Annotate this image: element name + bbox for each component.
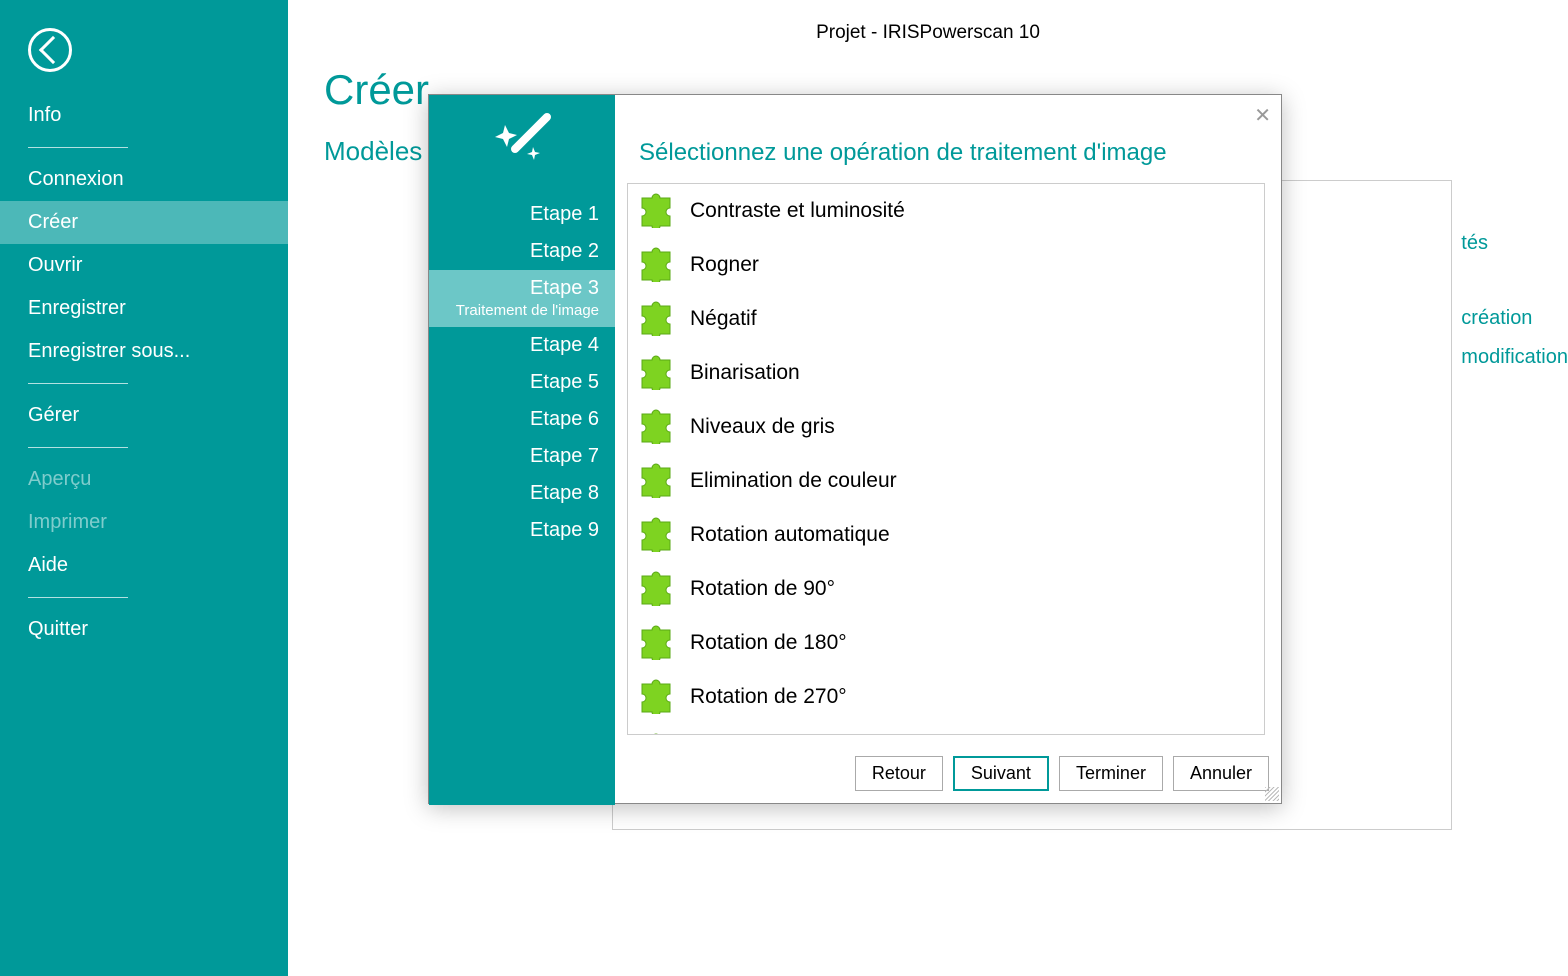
step-label: Etape 1 [437, 203, 599, 226]
back-arrow-icon [39, 36, 67, 64]
sidebar-item-enregistrer-sous-[interactable]: Enregistrer sous... [0, 330, 288, 373]
puzzle-icon [636, 296, 690, 342]
operation-item[interactable]: Contraste et luminosité [628, 184, 1264, 238]
sidebar-separator [28, 383, 128, 384]
step-label: Etape 4 [437, 334, 599, 357]
step-label: Etape 5 [437, 371, 599, 394]
operation-label: Rogner [690, 253, 759, 277]
puzzle-icon [636, 188, 690, 234]
operation-label: Négatif [690, 307, 757, 331]
hint-link-creation[interactable]: création [1461, 307, 1568, 330]
step-sublabel: Traitement de l'image [437, 302, 599, 320]
wizard-step[interactable]: Etape 9 [429, 512, 615, 549]
step-label: Etape 6 [437, 408, 599, 431]
step-label: Etape 2 [437, 240, 599, 263]
sidebar-item-connexion[interactable]: Connexion [0, 158, 288, 201]
operation-item[interactable]: Rotation de 90° [628, 562, 1264, 616]
next-button[interactable]: Suivant [953, 756, 1049, 791]
sidebar-item-enregistrer[interactable]: Enregistrer [0, 287, 288, 330]
sidebar-item-aide[interactable]: Aide [0, 544, 288, 587]
back-button[interactable] [28, 28, 72, 72]
operation-label: Rotation de 90° [690, 577, 835, 601]
operation-item[interactable]: Niveaux de gris [628, 400, 1264, 454]
sidebar-item-imprimer: Imprimer [0, 501, 288, 544]
operation-item[interactable]: Rotation de 180° [628, 616, 1264, 670]
operation-label: Niveaux de gris [690, 415, 835, 439]
wizard-step[interactable]: Etape 2 [429, 233, 615, 270]
operation-item[interactable]: Rogner [628, 238, 1264, 292]
wizard-step[interactable]: Etape 8 [429, 475, 615, 512]
wizard-body: Sélectionnez une opération de traitement… [615, 95, 1281, 743]
puzzle-icon [636, 620, 690, 666]
operation-item[interactable]: Redressement [628, 724, 1264, 735]
puzzle-icon [636, 458, 690, 504]
puzzle-icon [636, 728, 690, 735]
step-label: Etape 9 [437, 519, 599, 542]
operation-label: Elimination de couleur [690, 469, 897, 493]
sidebar-item-info[interactable]: Info [0, 94, 288, 137]
cancel-button[interactable]: Annuler [1173, 756, 1269, 791]
wizard-step[interactable]: Etape 5 [429, 364, 615, 401]
puzzle-icon [636, 512, 690, 558]
wizard-footer: Retour Suivant Terminer Annuler [615, 756, 1269, 791]
resize-grip-icon[interactable] [1265, 787, 1279, 801]
wizard-step[interactable]: Etape 6 [429, 401, 615, 438]
puzzle-icon [636, 350, 690, 396]
sidebar-item-aper-u: Aperçu [0, 458, 288, 501]
right-hints: tés création modification [1461, 232, 1568, 369]
puzzle-icon [636, 566, 690, 612]
operation-item[interactable]: Rotation de 270° [628, 670, 1264, 724]
wizard-title: Sélectionnez une opération de traitement… [615, 95, 1281, 183]
operation-label: Rotation de 180° [690, 631, 847, 655]
puzzle-icon [636, 674, 690, 720]
sidebar-separator [28, 447, 128, 448]
operation-label: Binarisation [690, 361, 800, 385]
backstage-sidebar: Info ConnexionCréerOuvrirEnregistrerEnreg… [0, 0, 288, 976]
operation-label: Rotation automatique [690, 523, 890, 547]
operation-item[interactable]: Négatif [628, 292, 1264, 346]
window-title: Projet - IRISPowerscan 10 [288, 0, 1568, 52]
wizard-step[interactable]: Etape 7 [429, 438, 615, 475]
wand-icon [429, 95, 615, 196]
hint-link-modification[interactable]: modification [1461, 346, 1568, 369]
wizard-step[interactable]: Etape 1 [429, 196, 615, 233]
back-button[interactable]: Retour [855, 756, 943, 791]
sidebar-item-cr-er[interactable]: Créer [0, 201, 288, 244]
operation-label: Contraste et luminosité [690, 199, 905, 223]
sidebar-separator [28, 597, 128, 598]
finish-button[interactable]: Terminer [1059, 756, 1163, 791]
sidebar-item-g-rer[interactable]: Gérer [0, 394, 288, 437]
step-label: Etape 3 [437, 277, 599, 300]
step-label: Etape 8 [437, 482, 599, 505]
puzzle-icon [636, 242, 690, 288]
puzzle-icon [636, 404, 690, 450]
operation-label: Rotation de 270° [690, 685, 847, 709]
sidebar-nav: Info ConnexionCréerOuvrirEnregistrerEnreg… [0, 94, 288, 651]
operation-item[interactable]: Rotation automatique [628, 508, 1264, 562]
wizard-dialog: ✕ Etape 1Etape 2Etape 3Traitement de l'i… [428, 94, 1282, 804]
hint-text: tés [1461, 232, 1568, 255]
step-label: Etape 7 [437, 445, 599, 468]
wizard-steps-panel: Etape 1 Etape 2 Etape 3 Traitement de l'ima… [429, 95, 615, 805]
sidebar-separator [28, 147, 128, 148]
operation-item[interactable]: Binarisation [628, 346, 1264, 400]
wizard-step[interactable]: Etape 3 Traitement de l'image [429, 270, 615, 327]
operations-list[interactable]: Contraste et luminosité Rogner Négatif Bina… [627, 183, 1265, 735]
sidebar-item-quitter[interactable]: Quitter [0, 608, 288, 651]
sidebar-item-ouvrir[interactable]: Ouvrir [0, 244, 288, 287]
operation-item[interactable]: Elimination de couleur [628, 454, 1264, 508]
wizard-step[interactable]: Etape 4 [429, 327, 615, 364]
